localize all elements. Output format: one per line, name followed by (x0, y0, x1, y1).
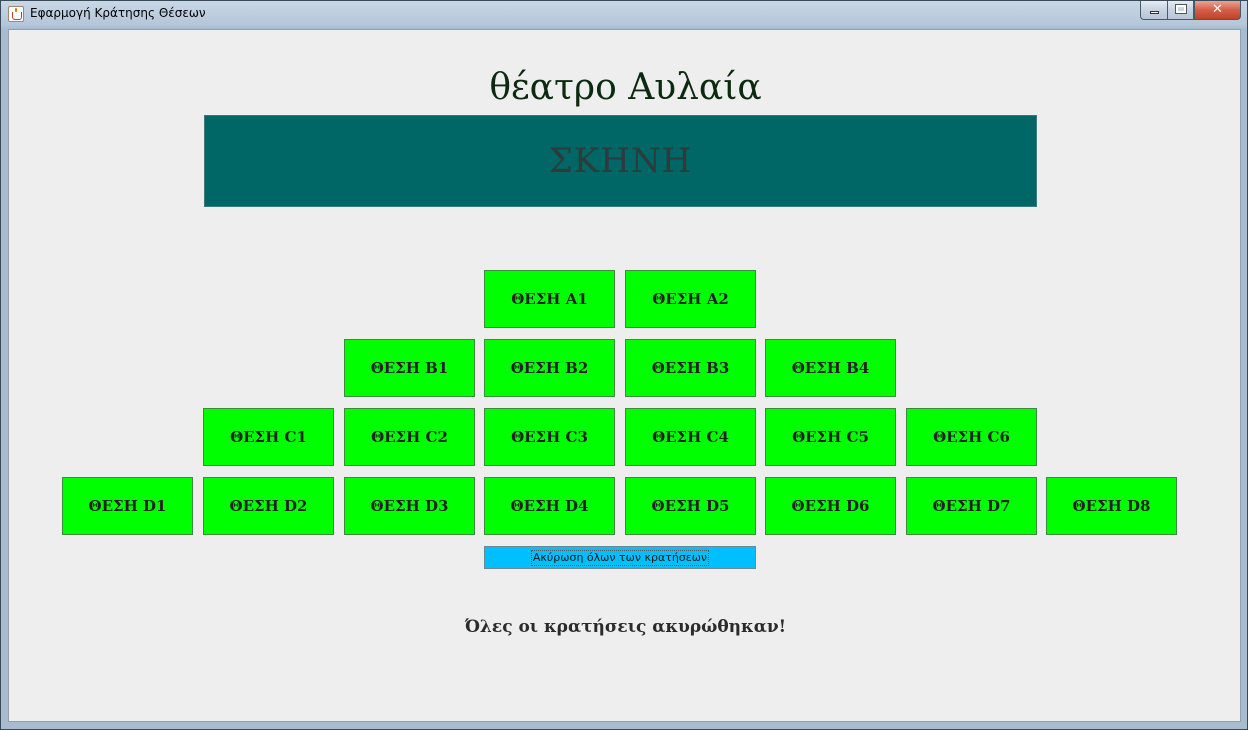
seat-c1-button[interactable]: ΘΕΣΗ C1 (203, 408, 334, 466)
seat-d5-button[interactable]: ΘΕΣΗ D5 (625, 477, 756, 535)
seat-b4-button[interactable]: ΘΕΣΗ B4 (765, 339, 896, 397)
seat-b3-button[interactable]: ΘΕΣΗ B3 (625, 339, 756, 397)
stage-panel: ΣΚΗΝΗ (204, 115, 1037, 207)
close-button[interactable]: ✕ (1194, 1, 1241, 20)
seat-c4-button[interactable]: ΘΕΣΗ C4 (625, 408, 756, 466)
seat-d4-button[interactable]: ΘΕΣΗ D4 (484, 477, 615, 535)
maximize-icon (1175, 4, 1187, 14)
minimize-button[interactable] (1140, 1, 1167, 20)
seat-d6-button[interactable]: ΘΕΣΗ D6 (765, 477, 896, 535)
seat-c5-button[interactable]: ΘΕΣΗ C5 (765, 408, 896, 466)
stage-label: ΣΚΗΝΗ (548, 141, 693, 181)
seat-c3-button[interactable]: ΘΕΣΗ C3 (484, 408, 615, 466)
minimize-icon (1150, 11, 1159, 14)
seat-b2-button[interactable]: ΘΕΣΗ B2 (484, 339, 615, 397)
title-bar[interactable]: Εφαρμογή Κράτησης Θέσεων ✕ (1, 1, 1247, 28)
maximize-button[interactable] (1167, 1, 1194, 20)
main-panel: θέατρο Αυλαία ΣΚΗΝΗ ΘΕΣΗ A1 ΘΕΣΗ A2 ΘΕΣΗ… (8, 29, 1241, 722)
seat-a2-button[interactable]: ΘΕΣΗ A2 (625, 270, 756, 328)
java-app-icon (8, 6, 24, 22)
seat-d2-button[interactable]: ΘΕΣΗ D2 (203, 477, 334, 535)
seat-d7-button[interactable]: ΘΕΣΗ D7 (906, 477, 1037, 535)
theatre-title: θέατρο Αυλαία (489, 67, 762, 108)
app-window: Εφαρμογή Κράτησης Θέσεων ✕ θέατρο Αυλαία… (0, 0, 1248, 730)
window-title: Εφαρμογή Κράτησης Θέσεων (30, 6, 206, 20)
cancel-all-label: Ακύρωση όλων των κρατήσεων (530, 549, 710, 566)
seat-a1-button[interactable]: ΘΕΣΗ A1 (484, 270, 615, 328)
seat-d1-button[interactable]: ΘΕΣΗ D1 (62, 477, 193, 535)
status-message: Όλες οι κρατήσεις ακυρώθηκαν! (464, 617, 787, 637)
seat-c6-button[interactable]: ΘΕΣΗ C6 (906, 408, 1037, 466)
seat-d3-button[interactable]: ΘΕΣΗ D3 (344, 477, 475, 535)
close-icon: ✕ (1212, 2, 1223, 17)
seat-d8-button[interactable]: ΘΕΣΗ D8 (1046, 477, 1177, 535)
seat-c2-button[interactable]: ΘΕΣΗ C2 (344, 408, 475, 466)
window-controls: ✕ (1140, 1, 1241, 20)
cancel-all-reservations-button[interactable]: Ακύρωση όλων των κρατήσεων (484, 546, 756, 569)
seat-b1-button[interactable]: ΘΕΣΗ B1 (344, 339, 475, 397)
